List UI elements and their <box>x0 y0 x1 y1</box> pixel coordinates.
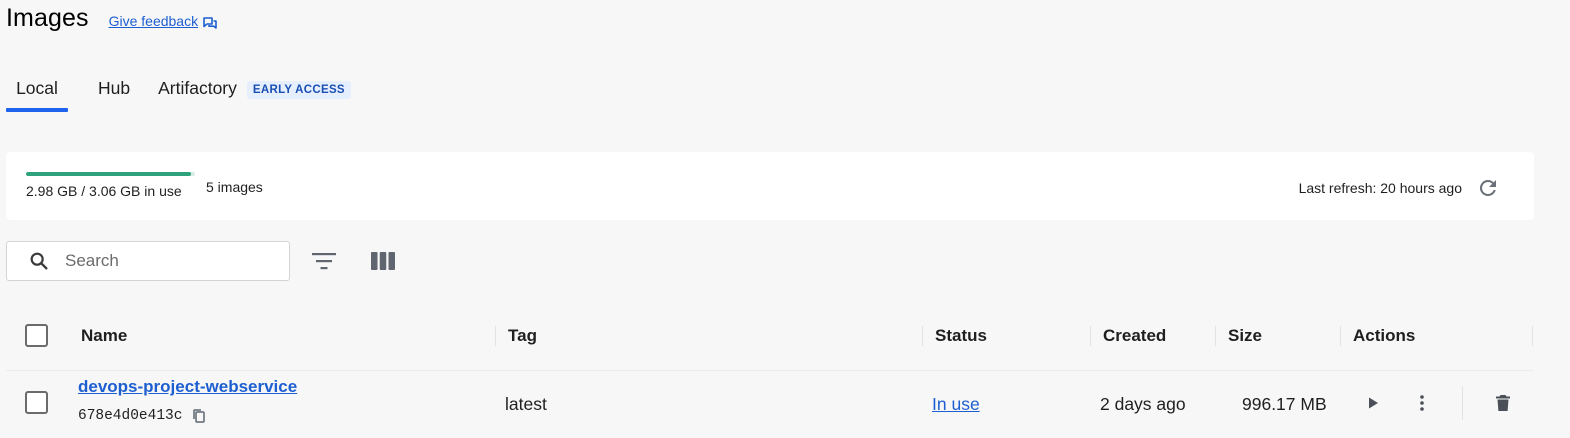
column-header-name[interactable]: Name <box>81 318 127 354</box>
tab-local-label: Local <box>16 78 58 98</box>
refresh-area: Last refresh: 20 hours ago <box>1299 174 1502 202</box>
images-page: Images Give feedback Local Hub Artifacto… <box>0 0 1570 438</box>
filter-button[interactable] <box>310 247 338 275</box>
column-divider[interactable] <box>922 326 923 346</box>
header: Images Give feedback <box>6 4 217 33</box>
image-size: 996.17 MB <box>1242 394 1327 414</box>
table-header: Name Tag Status Created Size Actions <box>6 318 1534 354</box>
columns-icon <box>371 252 395 270</box>
copy-id-button[interactable] <box>191 408 207 424</box>
image-id: 678e4d0e413c <box>78 408 183 424</box>
disk-usage-label: 2.98 GB / 3.06 GB in use <box>26 183 182 199</box>
disk-usage-card: 2.98 GB / 3.06 GB in use 5 images Last r… <box>6 152 1534 220</box>
filter-icon <box>312 253 336 270</box>
column-header-status[interactable]: Status <box>935 318 987 354</box>
image-name-link[interactable]: devops-project-webservice <box>78 377 297 397</box>
column-header-tag[interactable]: Tag <box>508 318 537 354</box>
tab-artifactory[interactable]: Artifactory EARLY ACCESS <box>148 78 361 112</box>
run-button[interactable] <box>1360 390 1386 416</box>
search-input[interactable] <box>65 251 265 271</box>
last-refresh-label: Last refresh: 20 hours ago <box>1298 180 1462 196</box>
refresh-icon <box>1479 179 1496 196</box>
refresh-button[interactable] <box>1474 174 1502 202</box>
column-divider[interactable] <box>495 326 496 346</box>
page-title: Images <box>6 4 89 32</box>
select-all-checkbox[interactable] <box>25 324 48 347</box>
row-checkbox[interactable] <box>25 391 48 414</box>
disk-usage-bar <box>26 172 195 176</box>
trash-icon <box>1496 395 1510 411</box>
column-header-size[interactable]: Size <box>1228 318 1262 354</box>
feedback-icon <box>203 16 217 29</box>
tab-hub-label: Hub <box>98 78 131 98</box>
search-icon <box>27 249 51 273</box>
disk-usage: 2.98 GB / 3.06 GB in use <box>26 172 195 199</box>
tab-hub[interactable]: Hub <box>88 78 140 112</box>
column-header-created[interactable]: Created <box>1103 318 1166 354</box>
columns-button[interactable] <box>369 247 397 275</box>
tab-local[interactable]: Local <box>6 78 68 112</box>
actions-divider <box>1462 386 1463 420</box>
image-created: 2 days ago <box>1100 394 1186 414</box>
tab-bar: Local Hub Artifactory EARLY ACCESS <box>6 78 361 112</box>
image-tag: latest <box>505 394 547 414</box>
more-options-button[interactable] <box>1409 390 1435 416</box>
column-divider <box>1532 326 1533 346</box>
early-access-badge: EARLY ACCESS <box>246 81 351 99</box>
give-feedback-label: Give feedback <box>108 13 199 29</box>
image-status-link[interactable]: In use <box>932 394 980 415</box>
play-icon <box>1369 397 1378 409</box>
search-box <box>6 241 290 281</box>
images-count: 5 images <box>206 179 263 195</box>
more-vertical-icon <box>1420 395 1424 411</box>
copy-icon <box>193 409 205 423</box>
column-header-actions: Actions <box>1353 326 1416 345</box>
table-row[interactable]: devops-project-webservice 678e4d0e413c l… <box>6 370 1534 438</box>
column-divider[interactable] <box>1340 326 1341 346</box>
images-table: Name Tag Status Created Size Actions dev… <box>6 318 1534 424</box>
column-divider[interactable] <box>1090 326 1091 346</box>
disk-usage-fill <box>26 172 191 176</box>
tab-artifactory-label: Artifactory <box>158 78 237 98</box>
delete-button[interactable] <box>1490 390 1516 416</box>
give-feedback-link[interactable]: Give feedback <box>109 13 218 29</box>
column-divider[interactable] <box>1215 326 1216 346</box>
